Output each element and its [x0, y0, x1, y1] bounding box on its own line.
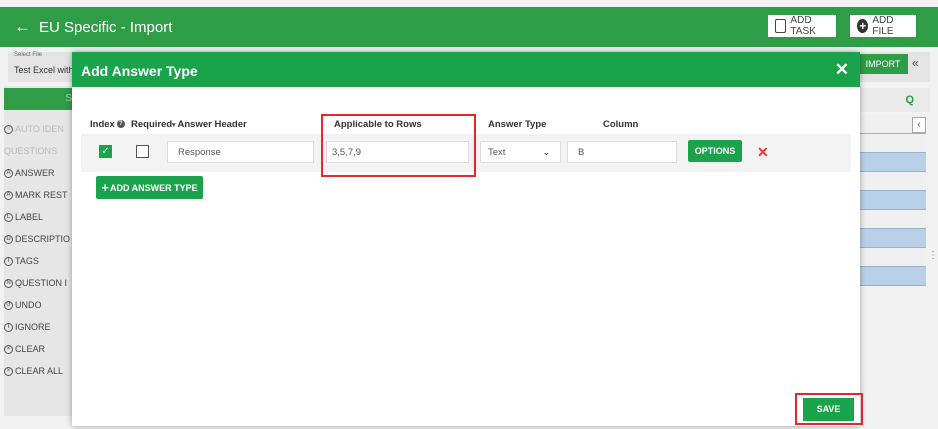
grid-row[interactable] [858, 191, 926, 210]
plus-icon: + [101, 180, 109, 195]
left-panel-item-label: CLEAR ALL [15, 366, 64, 376]
add-task-button[interactable]: ADD TASK [768, 15, 836, 37]
add-file-button[interactable]: + ADD FILE [850, 15, 916, 37]
left-panel-item-label: TAGS [15, 256, 39, 266]
answer-type-value: Text [488, 146, 506, 158]
grid-row[interactable] [858, 267, 926, 286]
left-panel-item[interactable]: N QUESTION I [4, 278, 67, 288]
highlight-box [321, 114, 476, 177]
add-answer-type-label: ADD ANSWER TYPE [109, 183, 198, 193]
grid-row[interactable] [858, 210, 926, 229]
plus-circle-icon: + [857, 19, 869, 33]
index-column-label: Index [90, 119, 115, 130]
column-column-header: Column [603, 119, 639, 130]
app-header: ← EU Specific - Import ADD TASK + ADD FI… [0, 7, 938, 47]
marker-icon: × [4, 366, 13, 376]
left-panel-item-label: IGNORE [15, 322, 51, 332]
grid-row[interactable] [858, 229, 926, 248]
marker-icon: × [4, 344, 13, 354]
left-panel-item-label: LABEL [15, 212, 44, 222]
add-file-label: ADD FILE [872, 15, 894, 37]
index-column-header: Index? [90, 119, 125, 130]
grid-row[interactable] [858, 134, 926, 153]
left-panel-item[interactable]: T TAGS [4, 256, 39, 266]
answer-type-select[interactable]: Text ⌄ [480, 141, 561, 163]
dialog-title: Add Answer Type [81, 63, 198, 79]
marker-icon: A [4, 168, 13, 178]
dialog-header: Add Answer Type ✕ [72, 52, 860, 87]
left-panel-item[interactable]: A MARK REST [4, 190, 68, 200]
grid-row[interactable] [858, 172, 926, 191]
options-button[interactable]: OPTIONS [688, 140, 742, 162]
grid-row[interactable] [858, 248, 926, 267]
answer-header-column-header[interactable]: ▾ Answer Header [172, 119, 247, 130]
column-input[interactable]: B [567, 141, 677, 163]
marker-icon: L [4, 212, 13, 222]
marker-icon: ↺ [4, 300, 13, 310]
left-panel-item-label: MARK REST [15, 190, 68, 200]
import-button[interactable]: IMPORT [858, 54, 908, 74]
required-column-header: Required [131, 119, 173, 130]
chevron-left-icon[interactable]: ‹ [912, 117, 926, 133]
marker-icon: a [4, 124, 13, 134]
left-panel-item-label: QUESTIONS [4, 146, 58, 156]
select-file-value: Test Excel with [14, 65, 74, 75]
search-icon[interactable]: Q [905, 94, 914, 106]
help-icon[interactable]: ? [116, 120, 125, 128]
add-answer-type-dialog: Add Answer Type ✕ Index? Required ▾ Answe… [72, 52, 863, 426]
highlight-box [795, 393, 863, 425]
back-arrow-icon[interactable]: ← [14, 17, 31, 37]
left-panel-item-label: ANSWER [15, 168, 55, 178]
sort-down-icon: ▾ [172, 122, 176, 129]
left-panel-item[interactable]: A ANSWER [4, 168, 55, 178]
left-panel-item-label: QUESTION I [15, 278, 68, 288]
marker-icon: T [4, 256, 13, 266]
answer-header-column-label: Answer Header [177, 119, 247, 130]
add-task-label: ADD TASK [790, 15, 816, 37]
clipboard-icon [775, 19, 787, 33]
answer-type-column-header: Answer Type [488, 119, 547, 130]
left-panel-item[interactable]: a AUTO IDEN [4, 124, 64, 134]
marker-icon: D [4, 234, 13, 244]
resize-handle-icon[interactable]: ⋮ [928, 250, 938, 261]
add-answer-type-button[interactable]: +ADD ANSWER TYPE [96, 176, 203, 199]
left-panel-item[interactable]: L LABEL [4, 212, 43, 222]
collapse-icon[interactable]: « [912, 56, 919, 70]
right-panel-header: Q [858, 88, 930, 112]
index-checkbox[interactable]: ✓ [99, 145, 112, 158]
left-panel-item-label: UNDO [15, 300, 42, 310]
page-title: EU Specific - Import [39, 18, 173, 36]
required-checkbox[interactable] [136, 145, 149, 158]
marker-icon: N [4, 278, 13, 288]
left-panel-item-label: AUTO IDEN [15, 124, 64, 134]
grid-row[interactable] [858, 153, 926, 172]
left-panel-item[interactable]: QUESTIONS [4, 146, 57, 156]
left-panel-item[interactable]: I IGNORE [4, 322, 51, 332]
left-panel-item-label: DESCRIPTIO [15, 234, 71, 244]
left-panel-item[interactable]: × CLEAR ALL [4, 366, 63, 376]
left-panel-header: S [4, 88, 72, 110]
select-file-label: Select File [14, 52, 43, 58]
left-panel-item[interactable]: D DESCRIPTIO [4, 234, 70, 244]
answer-header-input[interactable]: Response [167, 141, 314, 163]
left-panel-item[interactable]: ↺ UNDO [4, 300, 42, 310]
marker-icon: A [4, 190, 13, 200]
chevron-down-icon: ⌄ [542, 146, 550, 157]
close-icon[interactable]: ✕ [835, 60, 849, 80]
delete-row-icon[interactable]: ✕ [757, 144, 769, 161]
left-panel-item-label: CLEAR [15, 344, 46, 354]
left-panel-item[interactable]: × CLEAR [4, 344, 45, 354]
left-panel-header-label: S [65, 93, 72, 104]
marker-icon: I [4, 322, 13, 332]
